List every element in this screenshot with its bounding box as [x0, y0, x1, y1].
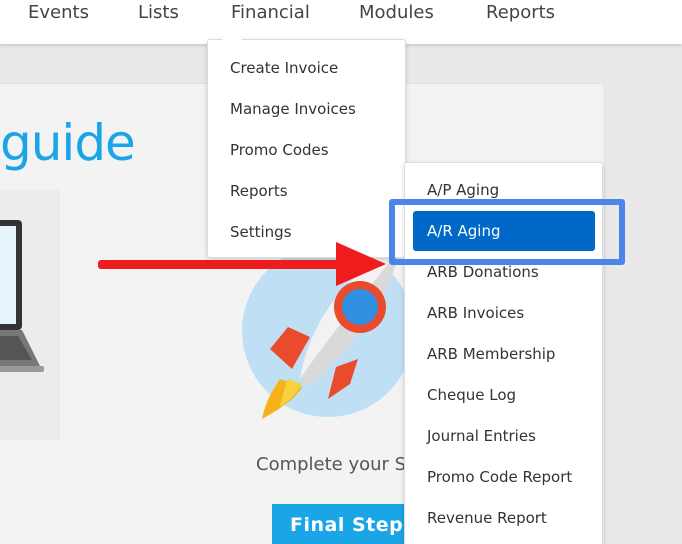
- highlight-box: [389, 199, 625, 265]
- laptop-icon: [0, 220, 44, 372]
- nav-reports[interactable]: Reports: [486, 2, 555, 23]
- menu-item-reports[interactable]: Reports: [208, 171, 405, 212]
- pointer-arrow-head-icon: [336, 242, 386, 286]
- submenu-item-promo-code-report[interactable]: Promo Code Report: [405, 457, 602, 498]
- submenu-item-arb-membership[interactable]: ARB Membership: [405, 334, 602, 375]
- menu-item-create-invoice[interactable]: Create Invoice: [208, 48, 405, 89]
- submenu-item-arb-invoices[interactable]: ARB Invoices: [405, 293, 602, 334]
- nav-lists[interactable]: Lists: [138, 2, 179, 23]
- menu-item-manage-invoices[interactable]: Manage Invoices: [208, 89, 405, 130]
- submenu-item-cheque-log[interactable]: Cheque Log: [405, 375, 602, 416]
- complete-text: Complete your Se: [256, 454, 418, 475]
- page-title: guide: [0, 114, 136, 172]
- submenu-item-journal-entries[interactable]: Journal Entries: [405, 416, 602, 457]
- nav-financial[interactable]: Financial: [231, 2, 310, 23]
- financial-dropdown: Create Invoice Manage Invoices Promo Cod…: [207, 39, 406, 258]
- dropdown-caret: [222, 30, 242, 40]
- nav-events[interactable]: Events: [28, 2, 89, 23]
- pointer-arrow-shaft: [98, 260, 348, 269]
- nav-modules[interactable]: Modules: [359, 2, 434, 23]
- menu-item-promo-codes[interactable]: Promo Codes: [208, 130, 405, 171]
- submenu-item-revenue-report[interactable]: Revenue Report: [405, 498, 602, 539]
- top-nav: Events Lists Financial Modules Reports: [0, 0, 682, 44]
